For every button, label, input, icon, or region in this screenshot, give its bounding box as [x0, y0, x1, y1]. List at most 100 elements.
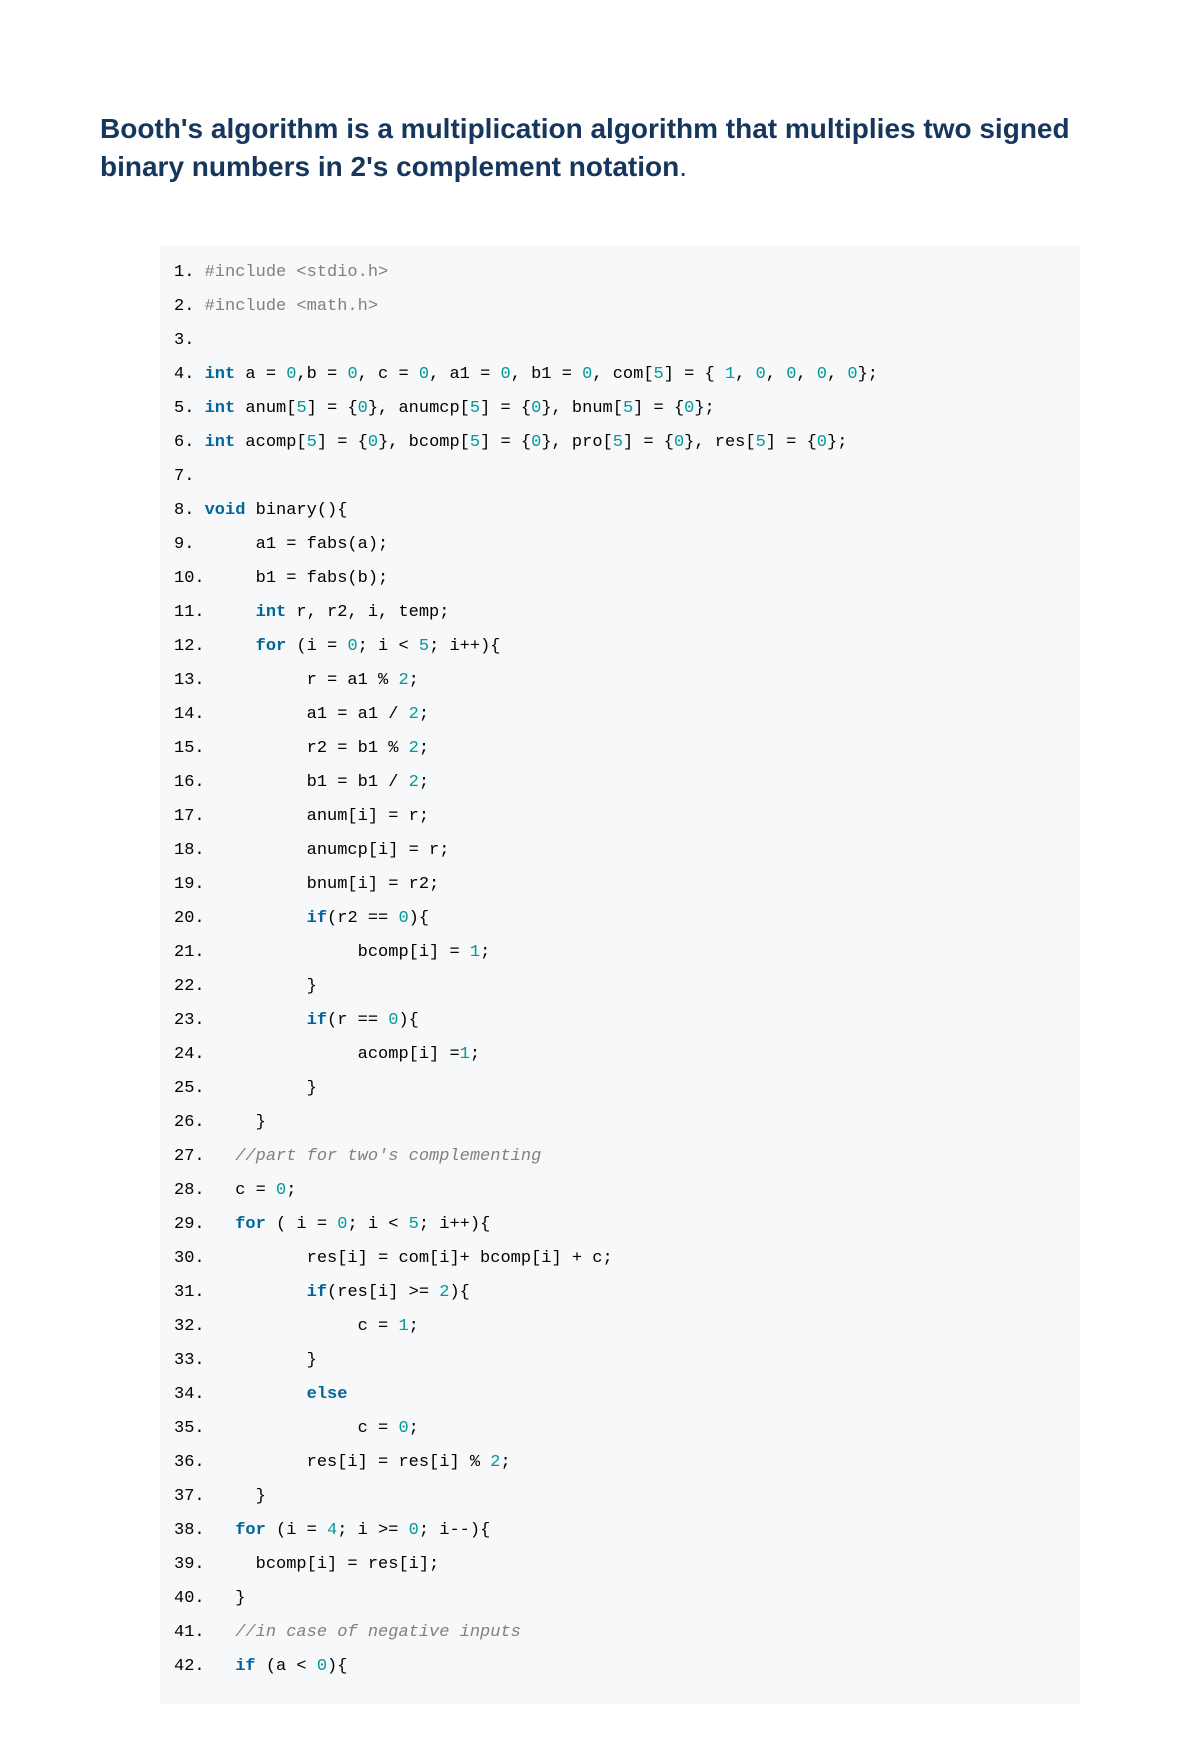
code-line: 39. bcomp[i] = res[i]; [174, 1548, 1066, 1582]
code-token: , [796, 365, 816, 384]
code-token: ] = { [664, 365, 725, 384]
code-token: , [735, 365, 755, 384]
code-token: } [215, 977, 317, 996]
code-line: 24. acomp[i] =1; [174, 1038, 1066, 1072]
code-token: ] = { [766, 433, 817, 452]
line-number: 17. [174, 807, 205, 826]
line-number: 29. [174, 1215, 205, 1234]
line-number: 6. [174, 433, 194, 452]
code-token [215, 1215, 235, 1234]
code-token: a = [235, 365, 286, 384]
line-number: 18. [174, 841, 205, 860]
code-token: , c = [358, 365, 419, 384]
code-token: 0 [317, 1657, 327, 1676]
code-token: 5 [613, 433, 623, 452]
code-token: }, bcomp[ [378, 433, 470, 452]
code-token: 0 [684, 399, 694, 418]
code-token: 5 [419, 637, 429, 656]
line-number: 9. [174, 535, 194, 554]
line-number: 28. [174, 1181, 205, 1200]
code-token: c = [215, 1419, 399, 1438]
code-token: ; [409, 1419, 419, 1438]
code-line: 28. c = 0; [174, 1174, 1066, 1208]
code-token: ; [419, 705, 429, 724]
code-token: ; [286, 1181, 296, 1200]
line-number: 1. [174, 263, 194, 282]
code-line: 33. } [174, 1344, 1066, 1378]
code-token: 0 [786, 365, 796, 384]
code-token [215, 1147, 235, 1166]
code-token: (i = [266, 1521, 327, 1540]
line-number: 11. [174, 603, 205, 622]
code-token: ] = { [633, 399, 684, 418]
document-page: Booth's algorithm is a multiplication al… [0, 0, 1200, 1764]
code-token: acomp[ [235, 433, 306, 452]
code-token: }; [858, 365, 878, 384]
code-line: 27. //part for two's complementing [174, 1140, 1066, 1174]
code-token: 0 [847, 365, 857, 384]
code-token: 5 [470, 433, 480, 452]
code-token: 0 [358, 399, 368, 418]
code-line: 9. a1 = fabs(a); [174, 528, 1066, 562]
line-number: 40. [174, 1589, 205, 1608]
page-title: Booth's algorithm is a multiplication al… [100, 110, 1100, 186]
code-token: bcomp[i] = res[i]; [215, 1555, 439, 1574]
code-token: ] = { [317, 433, 368, 452]
line-number: 13. [174, 671, 205, 690]
code-token: 2 [398, 671, 408, 690]
code-token: int [205, 433, 236, 452]
code-token: 0 [531, 399, 541, 418]
code-token: } [215, 1113, 266, 1132]
code-line: 37. } [174, 1480, 1066, 1514]
code-token [215, 1385, 307, 1404]
code-token [215, 1521, 235, 1540]
code-token: 5 [307, 433, 317, 452]
code-token: } [215, 1589, 246, 1608]
code-line: 23. if(r == 0){ [174, 1004, 1066, 1038]
code-line: 12. for (i = 0; i < 5; i++){ [174, 630, 1066, 664]
code-token: }, anumcp[ [368, 399, 470, 418]
code-token: bnum[i] = r2; [215, 875, 439, 894]
line-number: 23. [174, 1011, 205, 1030]
code-line: 42. if (a < 0){ [174, 1650, 1066, 1684]
code-token: 0 [419, 365, 429, 384]
code-token: }, bnum[ [541, 399, 623, 418]
code-line: 15. r2 = b1 % 2; [174, 732, 1066, 766]
code-line: 34. else [174, 1378, 1066, 1412]
code-line: 35. c = 0; [174, 1412, 1066, 1446]
code-token: 0 [388, 1011, 398, 1030]
line-number: 35. [174, 1419, 205, 1438]
code-token: }; [694, 399, 714, 418]
line-number: 15. [174, 739, 205, 758]
line-number: 38. [174, 1521, 205, 1540]
code-token: 0 [817, 365, 827, 384]
code-token: anum[i] = r; [215, 807, 429, 826]
code-token: } [215, 1079, 317, 1098]
code-token: ; [470, 1045, 480, 1064]
code-token: int [256, 603, 287, 622]
code-token: r, r2, i, temp; [286, 603, 449, 622]
code-token: 2 [439, 1283, 449, 1302]
code-token: ] = { [480, 433, 531, 452]
code-line: 31. if(res[i] >= 2){ [174, 1276, 1066, 1310]
code-token: for [256, 637, 287, 656]
code-line: 8. void binary(){ [174, 494, 1066, 528]
code-token: 5 [756, 433, 766, 452]
code-line: 29. for ( i = 0; i < 5; i++){ [174, 1208, 1066, 1242]
code-line: 38. for (i = 4; i >= 0; i--){ [174, 1514, 1066, 1548]
code-token: , [766, 365, 786, 384]
line-number: 14. [174, 705, 205, 724]
code-token: 5 [409, 1215, 419, 1234]
line-number: 26. [174, 1113, 205, 1132]
code-token: binary(){ [245, 501, 347, 520]
code-token: ){ [449, 1283, 469, 1302]
line-number: 41. [174, 1623, 205, 1642]
code-token: 1 [398, 1317, 408, 1336]
code-line: 30. res[i] = com[i]+ bcomp[i] + c; [174, 1242, 1066, 1276]
code-line: 18. anumcp[i] = r; [174, 834, 1066, 868]
code-token: ; i++){ [429, 637, 500, 656]
code-token: ; i < [358, 637, 419, 656]
code-token: (a < [256, 1657, 317, 1676]
code-token: ; i >= [337, 1521, 408, 1540]
code-token: (i = [286, 637, 347, 656]
